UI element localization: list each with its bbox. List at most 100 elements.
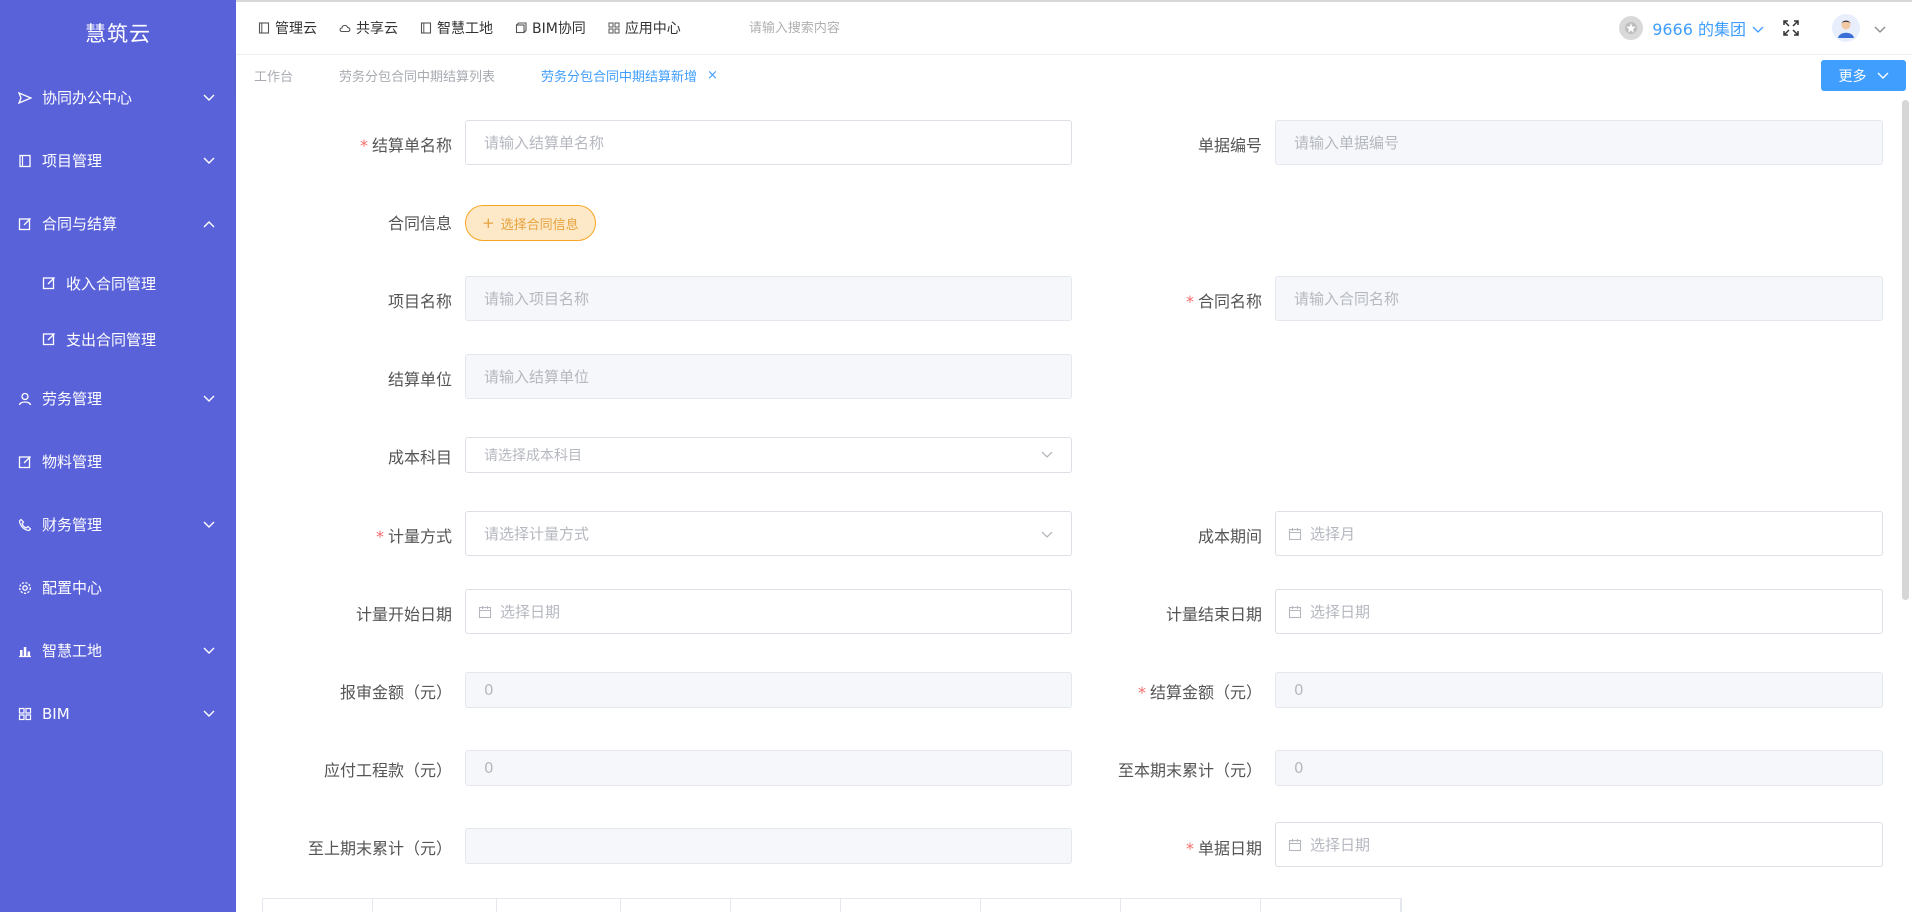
sidebar-item-label: 配置中心 <box>42 579 103 597</box>
detail-table-header <box>262 898 1402 912</box>
required-mark: * <box>1185 839 1194 858</box>
tab-settlement-list[interactable]: 劳务分包合同中期结算列表 <box>339 66 495 85</box>
nav-shared-cloud[interactable]: 共享云 <box>339 18 398 38</box>
chevron-down-icon <box>1874 19 1886 38</box>
label-text: 合同名称 <box>1197 292 1262 311</box>
cost-period-picker[interactable]: 选择月 <box>1275 511 1883 556</box>
sidebar-item-smart-site[interactable]: 智慧工地 <box>0 619 236 682</box>
scrollbar[interactable] <box>1900 95 1912 912</box>
label-contract-name: * 合同名称 <box>1186 288 1262 312</box>
project-name-input[interactable] <box>465 276 1072 321</box>
nav-smart-site[interactable]: 智慧工地 <box>420 18 493 38</box>
label-text: 成本科目 <box>387 448 452 467</box>
sidebar-item-office[interactable]: 协同办公中心 <box>0 66 236 129</box>
label-text: 结算单名称 <box>371 136 452 155</box>
sidebar: 慧筑云 协同办公中心 项目管理 合同与结算 收入合同管理 支出合同管理 劳务管理… <box>0 0 236 912</box>
sidebar-item-expense-contract[interactable]: 支出合同管理 <box>0 311 236 367</box>
nav-app-center[interactable]: 应用中心 <box>608 18 681 38</box>
tab-settlement-new[interactable]: 劳务分包合同中期结算新增 × <box>541 66 718 85</box>
fullscreen-icon[interactable] <box>1782 19 1800 37</box>
send-icon <box>18 91 32 105</box>
field-value: 0 <box>1294 681 1304 699</box>
field-value: 0 <box>484 681 494 699</box>
settlement-unit-input[interactable] <box>465 354 1072 399</box>
nav-bim[interactable]: BIM协同 <box>515 18 586 38</box>
settlement-name-input[interactable] <box>465 120 1072 165</box>
tabs-bar: 工作台 劳务分包合同中期结算列表 劳务分包合同中期结算新增 × 更多 <box>236 54 1912 95</box>
cum-prev-field[interactable] <box>465 828 1072 864</box>
plus-icon: + <box>482 214 495 232</box>
sidebar-item-label: 项目管理 <box>42 152 103 170</box>
doc-date-picker[interactable]: 选择日期 <box>1275 822 1883 867</box>
measure-start-picker[interactable]: 选择日期 <box>465 589 1072 634</box>
close-icon[interactable]: × <box>707 68 718 83</box>
review-amount-field[interactable]: 0 <box>465 672 1072 708</box>
chevron-down-icon <box>1041 447 1053 463</box>
label-cum-to-date: 至本期末累计（元） <box>1118 757 1262 781</box>
calendar-icon <box>478 605 492 619</box>
sidebar-item-labor[interactable]: 劳务管理 <box>0 367 236 430</box>
label-doc-date: * 单据日期 <box>1186 835 1262 859</box>
sidebar-item-contract[interactable]: 合同与结算 <box>0 192 236 255</box>
label-settlement-name: * 结算单名称 <box>360 132 452 156</box>
label-measure-end: 计量结束日期 <box>1166 601 1262 625</box>
nav-label: 管理云 <box>275 21 317 37</box>
chevron-down-icon <box>202 154 216 168</box>
label-text: 结算单位 <box>387 370 452 389</box>
tab-workbench[interactable]: 工作台 <box>254 66 293 85</box>
nav-management-cloud[interactable]: 管理云 <box>258 18 317 38</box>
doc-number-input[interactable] <box>1275 120 1883 165</box>
more-button[interactable]: 更多 <box>1821 60 1906 91</box>
org-selector[interactable]: 9666 的集团 <box>1619 16 1764 40</box>
sidebar-item-project[interactable]: 项目管理 <box>0 129 236 192</box>
choose-contract-label: 选择合同信息 <box>500 217 579 233</box>
cum-to-date-field[interactable]: 0 <box>1275 750 1883 786</box>
sidebar-item-label: 财务管理 <box>42 516 103 534</box>
label-text: 至本期末累计（元） <box>1117 761 1262 780</box>
scrollbar-thumb[interactable] <box>1902 100 1909 600</box>
book-icon <box>258 22 270 34</box>
cost-subject-select[interactable]: 请选择成本科目 <box>465 437 1072 473</box>
label-doc-number: 单据编号 <box>1198 132 1262 156</box>
user-menu[interactable] <box>1832 14 1886 42</box>
label-text: 成本期间 <box>1197 527 1262 546</box>
nav-label: 智慧工地 <box>437 21 493 37</box>
chevron-down-icon <box>1877 68 1889 84</box>
sidebar-item-label: 收入合同管理 <box>66 274 157 293</box>
sidebar-item-label: 劳务管理 <box>42 390 103 408</box>
label-project-name: 项目名称 <box>388 288 452 312</box>
sidebar-item-material[interactable]: 物料管理 <box>0 430 236 493</box>
nav-label: 应用中心 <box>624 21 681 37</box>
org-name: 9666 的集团 <box>1652 20 1746 39</box>
measure-end-picker[interactable]: 选择日期 <box>1275 589 1883 634</box>
label-measure-start: 计量开始日期 <box>356 601 452 625</box>
date-placeholder: 选择日期 <box>1310 836 1371 854</box>
sidebar-item-bim[interactable]: BIM <box>0 682 236 745</box>
measure-method-select[interactable]: 请选择计量方式 <box>465 511 1072 556</box>
search-input[interactable] <box>748 20 949 36</box>
label-text: 报审金额（元） <box>339 683 452 702</box>
sidebar-item-finance[interactable]: 财务管理 <box>0 493 236 556</box>
label-cost-subject: 成本科目 <box>388 444 452 468</box>
chevron-down-icon <box>202 91 216 105</box>
sidebar-item-config[interactable]: 配置中心 <box>0 556 236 619</box>
payable-field[interactable]: 0 <box>465 750 1072 786</box>
settle-amount-field[interactable]: 0 <box>1275 672 1883 708</box>
sidebar-item-income-contract[interactable]: 收入合同管理 <box>0 255 236 311</box>
contract-name-input[interactable] <box>1275 276 1883 321</box>
table-header-cell <box>263 899 373 912</box>
chevron-down-icon <box>202 392 216 406</box>
avatar <box>1832 14 1860 42</box>
sidebar-item-label: 合同与结算 <box>42 215 118 233</box>
tab-label: 劳务分包合同中期结算新增 <box>541 69 698 85</box>
table-header-cell <box>1261 899 1401 912</box>
table-header-cell <box>621 899 731 912</box>
label-text: 项目名称 <box>387 292 452 311</box>
chevron-down-icon <box>202 707 216 721</box>
chevron-up-icon <box>202 217 216 231</box>
label-contract-info: 合同信息 <box>388 210 452 234</box>
label-review-amount: 报审金额（元） <box>340 679 452 703</box>
label-text: 单据日期 <box>1197 839 1262 858</box>
choose-contract-button[interactable]: + 选择合同信息 <box>465 205 596 241</box>
calendar-icon <box>1288 527 1302 541</box>
